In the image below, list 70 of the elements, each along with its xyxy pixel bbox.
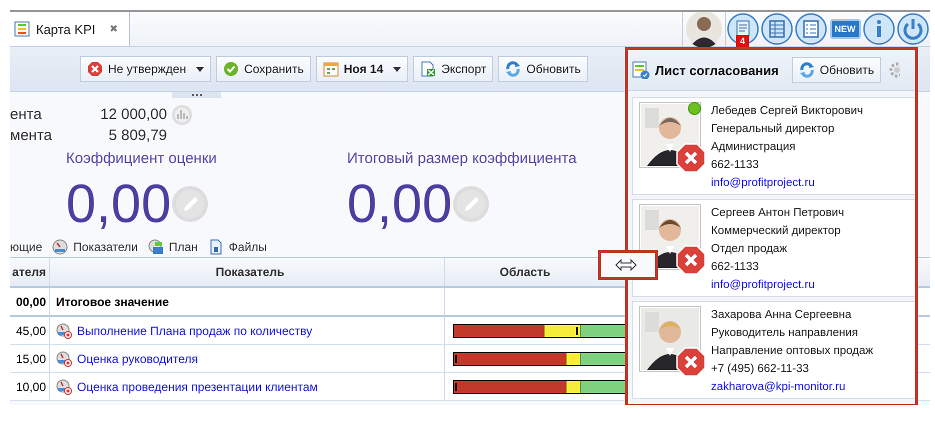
toolbar-button[interactable]: Не утвержден [80, 56, 212, 82]
approver-position: Генеральный директор [711, 122, 836, 137]
approver-name: Сергеев Антон Петрович [711, 206, 844, 221]
refresh-icon [505, 61, 522, 77]
refresh-button[interactable]: Обновить [792, 57, 882, 83]
approver-department: Администрация [711, 140, 797, 155]
gauge-icon [56, 350, 72, 366]
gauge-icon [56, 378, 72, 394]
plan-icon [148, 239, 164, 255]
kpi-card-icon [14, 21, 30, 37]
section-link[interactable]: План [148, 239, 198, 255]
approver-position: Руководитель направления [711, 326, 860, 341]
table-cell: Итоговое значение [56, 294, 169, 308]
field-label: мента [10, 127, 53, 144]
splitter-grip[interactable] [172, 92, 221, 98]
approver-department: Отдел продаж [711, 242, 788, 257]
table-icon[interactable] [761, 13, 793, 45]
approval-list-icon [632, 61, 650, 79]
spreadsheet-icon [420, 61, 436, 77]
approver-phone: 662-1133 [711, 158, 760, 173]
indicator-link[interactable]: Оценка руководителя [77, 352, 198, 366]
score-value: 0,00 [66, 173, 172, 235]
score-title: Итоговый размер коэффициента [347, 150, 578, 167]
column-header[interactable]: Область [445, 258, 597, 286]
table-cell: 10,00 [10, 373, 50, 400]
approver-phone: +7 (495) 662-11-33 [711, 362, 810, 377]
email-link[interactable]: zakharova@kpi-monitor.ru [711, 378, 874, 396]
field-value: 12 000,00 [99, 106, 167, 123]
email-link[interactable]: info@profitproject.ru [711, 276, 844, 294]
approver-name: Захарова Анна Сергеевна [711, 308, 852, 323]
indicator-link[interactable]: Оценка проведения презентации клиентам [77, 380, 318, 394]
approver-position: Коммерческий директор [711, 224, 842, 239]
table-cell: 45,00 [10, 317, 50, 344]
approver-phone: 662-1133 [711, 260, 760, 275]
score-value: 0,00 [347, 173, 452, 235]
field-value: 5 809,79 [108, 127, 167, 144]
new-button[interactable]: NEW [830, 19, 860, 39]
document-icon [208, 239, 224, 255]
column-header[interactable]: ателя [10, 258, 50, 286]
document-tab[interactable]: Карта KPI ✖ [10, 12, 130, 46]
indicator-link[interactable]: Выполнение Плана продаж по количеству [77, 324, 312, 338]
toolbar-button[interactable]: Ноя 14 [316, 56, 408, 82]
email-link[interactable]: info@profitproject.ru [711, 174, 863, 192]
approver-department: Направление оптовых продаж [711, 344, 874, 359]
toolbar-button[interactable]: Сохранить [216, 56, 311, 82]
settings-icon[interactable] [888, 61, 900, 79]
close-icon[interactable]: ✖ [109, 23, 118, 35]
calendar-icon [322, 61, 339, 77]
approver-name: Лебедев Сергей Викторович [711, 104, 863, 119]
refresh-icon [798, 62, 815, 78]
gauge-icon [52, 239, 68, 255]
table-cell: 00,00 [10, 288, 50, 315]
gauge-icon [56, 322, 72, 338]
resize-cursor-icon [615, 259, 637, 271]
column-header[interactable]: Показатель [50, 258, 445, 286]
power-icon[interactable] [897, 13, 929, 45]
check-icon [223, 61, 240, 77]
table-cell: 15,00 [10, 345, 50, 372]
section-link[interactable]: Файлы [208, 239, 267, 255]
error-icon [87, 61, 103, 77]
panel-title: Лист согласования [655, 62, 779, 78]
section-link[interactable]: Показатели [52, 239, 138, 255]
info-icon[interactable] [863, 13, 895, 45]
notification-badge: 4 [736, 35, 750, 47]
checklist-icon[interactable] [795, 13, 827, 45]
section-link[interactable]: ющие [10, 240, 42, 254]
toolbar-button[interactable]: Обновить [498, 56, 588, 82]
score-title: Коэффициент оценки [66, 150, 218, 167]
field-label: ента [10, 106, 43, 123]
toolbar-button[interactable]: Экспорт [413, 56, 494, 82]
